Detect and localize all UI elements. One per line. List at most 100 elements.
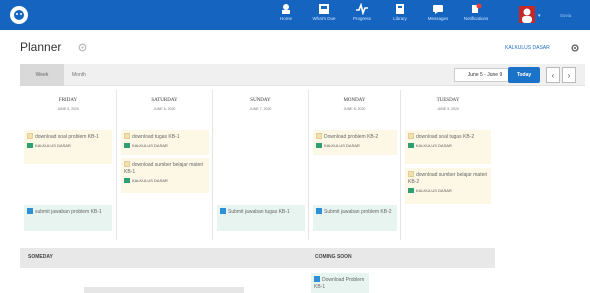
nav-home-label: Home	[279, 16, 292, 21]
task-checkbox[interactable]	[408, 133, 414, 139]
day-date: JUNE 7, 2020	[249, 107, 272, 111]
task-item[interactable]: download soal problem KB-1 KALKULUS DASA…	[24, 130, 112, 164]
task-checkbox[interactable]	[124, 161, 130, 167]
task-title: download soal problem KB-1	[35, 134, 99, 140]
course-tag: KALKULUS DASAR	[27, 142, 109, 149]
day-name: SUNDAY	[250, 98, 271, 103]
course-color-swatch	[408, 188, 414, 193]
notifications-icon	[472, 3, 482, 13]
task-item[interactable]: download soal tugas KB-2 KALKULUS DASAR	[405, 130, 491, 164]
page-title: Planner	[20, 40, 62, 54]
task-item[interactable]: submit jawaban problem KB-1	[24, 205, 112, 231]
course-tag-label: KALKULUS DASAR	[132, 178, 168, 183]
task-checkbox-checked[interactable]	[220, 208, 226, 214]
day-name: FRIDAY	[58, 98, 78, 103]
planner-toolbar: Week Month June 5 - June 9 Today ‹ ›	[20, 64, 585, 86]
course-tag: KALKULUS DASAR	[124, 142, 206, 149]
day-column-friday: FRIDAY JUNE 5, 2020 download soal proble…	[20, 90, 117, 240]
course-color-swatch	[408, 143, 414, 148]
course-tag: KALKULUS DASAR	[316, 142, 394, 149]
top-nav-bar: Home What's Due Progress Library Message…	[0, 0, 590, 30]
course-color-swatch	[124, 143, 130, 148]
coming-soon-task[interactable]: Download Problem KB-1	[311, 273, 369, 293]
task-item[interactable]: Submit jawaban tugas KB-1	[217, 205, 305, 231]
course-tag-label: KALKULUS DASAR	[132, 143, 168, 148]
task-title: Submit jawaban problem KB-2	[324, 209, 392, 215]
day-column-sunday: SUNDAY JUNE 7, 2020 Submit jawaban tugas…	[213, 90, 309, 240]
day-date: JUNE 6, 2020	[153, 107, 176, 111]
tab-month[interactable]: Month	[72, 64, 86, 86]
task-title: download soal tugas KB-2	[416, 134, 475, 140]
task-title: Download problem KB-2	[324, 134, 379, 140]
messages-icon	[433, 5, 443, 14]
task-title: download sumber belajar materi KB-1	[124, 162, 204, 175]
task-checkbox[interactable]	[27, 133, 33, 139]
day-date: JUNE 8, 2020	[343, 107, 366, 111]
course-tag-label: KALKULUS DASAR	[416, 188, 452, 193]
task-title: Download Problem KB-1	[314, 277, 365, 290]
task-item[interactable]: Download problem KB-2 KALKULUS DASAR	[313, 130, 397, 155]
nav-library[interactable]: Library	[380, 2, 420, 29]
task-item[interactable]: download sumber belajar materi KB-2 KALK…	[405, 168, 491, 204]
nav-whats-due-label: What's Due	[312, 16, 336, 21]
nav-notifications[interactable]: Notifications	[456, 2, 496, 29]
user-menu-caret-icon[interactable]: ▾	[538, 13, 541, 19]
day-column-tuesday: TUESDAY JUNE 9, 2020 download soal tugas…	[401, 90, 495, 240]
course-tag: KALKULUS DASAR	[124, 177, 206, 184]
course-tag-label: KALKULUS DASAR	[324, 143, 360, 148]
nav-messages[interactable]: Messages	[418, 2, 458, 29]
course-filter-link[interactable]: KALKULUS DASAR	[505, 45, 550, 51]
day-name: MONDAY	[343, 98, 366, 103]
task-checkbox[interactable]	[124, 133, 130, 139]
someday-section-header: SOMEDAY	[20, 248, 307, 268]
task-title: Submit jawaban tugas KB-1	[228, 209, 290, 215]
day-date: JUNE 5, 2020	[57, 107, 79, 111]
nav-whats-due[interactable]: What's Due	[304, 2, 344, 29]
app-logo[interactable]	[10, 6, 28, 24]
day-name: TUESDAY	[436, 98, 460, 103]
course-tag-label: KALKULUS DASAR	[416, 143, 452, 148]
nav-notifications-label: Notifications	[463, 16, 489, 21]
task-checkbox[interactable]	[316, 133, 322, 139]
task-item[interactable]: Submit jawaban problem KB-2	[313, 205, 397, 231]
date-range: June 5 - June 9	[454, 68, 516, 82]
day-date: JUNE 9, 2020	[437, 107, 459, 111]
task-title: download tugas KB-1	[132, 134, 180, 140]
course-tag: KALKULUS DASAR	[408, 187, 488, 194]
task-title: download sumber belajar materi KB-2	[408, 172, 488, 185]
nav-home[interactable]: Home	[266, 2, 306, 29]
course-tag-label: KALKULUS DASAR	[35, 143, 71, 148]
course-color-swatch	[316, 143, 322, 148]
inbox-icon	[319, 4, 329, 14]
user-avatar[interactable]	[519, 6, 535, 23]
tab-week[interactable]: Week	[20, 64, 64, 86]
day-column-monday: MONDAY JUNE 8, 2020 Download problem KB-…	[309, 90, 401, 240]
task-checkbox-checked[interactable]	[316, 208, 322, 214]
nav-progress-label: Progress	[352, 16, 371, 21]
task-item[interactable]: download tugas KB-1 KALKULUS DASAR	[121, 130, 209, 155]
day-column-saturday: SATURDAY JUNE 6, 2020 download tugas KB-…	[117, 90, 213, 240]
today-button[interactable]: Today	[508, 67, 540, 83]
prev-week-button[interactable]: ‹	[546, 67, 560, 83]
coming-soon-section-header: COMING SOON	[307, 248, 495, 268]
task-checkbox[interactable]	[408, 171, 414, 177]
settings-gear-icon[interactable]	[571, 44, 579, 52]
user-name[interactable]: Sovia	[560, 13, 571, 18]
nav-messages-label: Messages	[427, 16, 449, 21]
course-tag: KALKULUS DASAR	[408, 142, 488, 149]
nav-library-label: Library	[393, 16, 407, 21]
someday-placeholder-bar	[84, 287, 244, 293]
next-week-button[interactable]: ›	[562, 67, 576, 83]
progress-icon	[356, 3, 368, 15]
gear-icon[interactable]	[78, 43, 87, 52]
home-icon	[282, 4, 290, 14]
course-color-swatch	[27, 143, 33, 148]
nav-progress[interactable]: Progress	[342, 2, 382, 29]
task-checkbox-checked[interactable]	[27, 208, 33, 214]
day-name: SATURDAY	[151, 98, 178, 103]
task-checkbox-checked[interactable]	[314, 276, 320, 282]
library-icon	[396, 4, 404, 14]
task-title: submit jawaban problem KB-1	[35, 209, 102, 215]
course-color-swatch	[124, 178, 130, 183]
task-item[interactable]: download sumber belajar materi KB-1 KALK…	[121, 158, 209, 193]
